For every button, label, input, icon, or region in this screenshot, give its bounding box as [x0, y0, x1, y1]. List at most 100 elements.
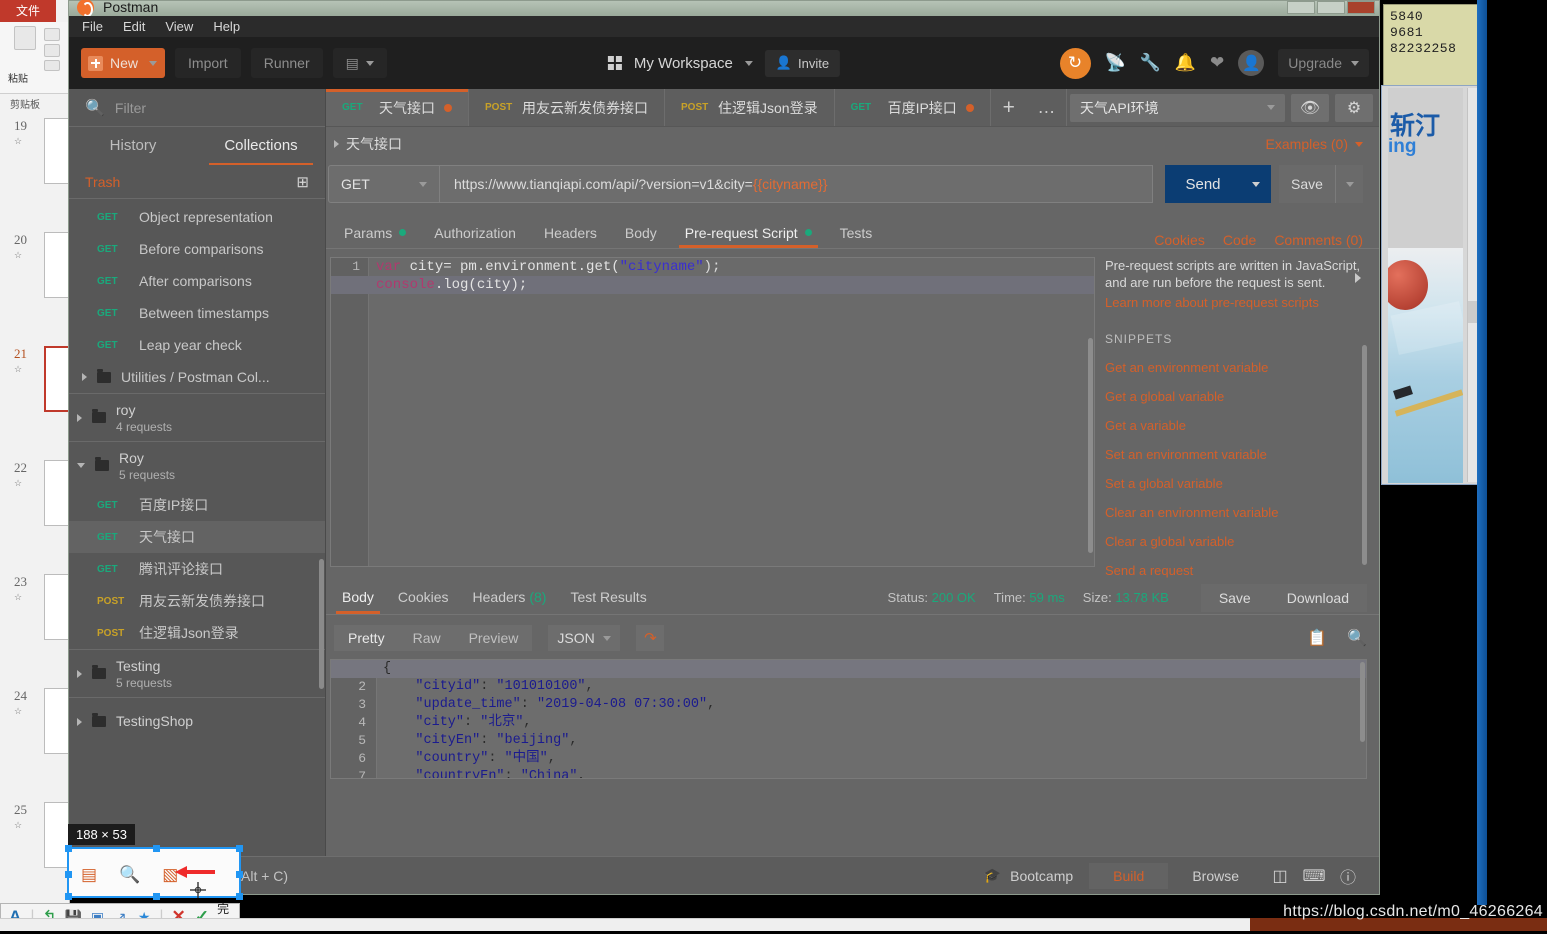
breadcrumb[interactable]: 天气接口: [334, 134, 402, 154]
chevron-right-icon[interactable]: [82, 373, 87, 381]
response-code[interactable]: { "cityid": "101010100", "update_time": …: [383, 660, 1366, 779]
request-list-item[interactable]: GETBetween timestamps: [69, 297, 325, 329]
slide-preview[interactable]: [44, 460, 70, 526]
meta-link-comments-[interactable]: Comments (0): [1274, 232, 1363, 248]
save-options-button[interactable]: [1335, 165, 1363, 203]
snippet-item[interactable]: Send a request: [1105, 563, 1367, 578]
filter-row[interactable]: 🔍 Filter: [69, 89, 325, 127]
collection-list-item[interactable]: Roy5 requests: [69, 441, 325, 489]
response-tab-headers[interactable]: Headers (8): [461, 581, 559, 614]
paste-icon[interactable]: [14, 26, 36, 50]
filter-input[interactable]: Filter: [115, 100, 146, 116]
collection-list-item[interactable]: Testing5 requests: [69, 649, 325, 697]
open-request-tab[interactable]: GET百度IP接口: [835, 89, 991, 126]
bell-icon[interactable]: 🔔: [1175, 53, 1196, 73]
eye-icon[interactable]: 👁: [1291, 94, 1329, 122]
disclosure-triangle-icon[interactable]: [77, 414, 82, 422]
ppt-slide-thumbnail[interactable]: 19☆: [0, 118, 70, 223]
request-list-item[interactable]: GET百度IP接口: [69, 489, 325, 521]
tab-overflow-button[interactable]: …: [1027, 89, 1067, 126]
new-window-button[interactable]: ▤: [333, 48, 387, 78]
open-request-tab[interactable]: POST住逻辑Json登录: [665, 89, 835, 126]
satellite-icon[interactable]: 📡: [1105, 53, 1126, 73]
new-tab-button[interactable]: +: [991, 89, 1027, 126]
menu-help[interactable]: Help: [210, 19, 243, 34]
open-request-tab[interactable]: POST用友云新发债券接口: [469, 89, 665, 126]
snippets-scrollbar[interactable]: [1362, 345, 1367, 565]
download-response-button[interactable]: Download: [1269, 584, 1367, 612]
format-tab-group[interactable]: PrettyRawPreview: [334, 625, 532, 651]
response-tab-body[interactable]: Body: [330, 581, 386, 614]
magnifier-icon[interactable]: 🔍: [119, 865, 140, 885]
sidebar-scrollbar[interactable]: [319, 559, 324, 689]
panel-icon[interactable]: ▤: [81, 865, 97, 885]
menu-bar[interactable]: File Edit View Help: [69, 16, 1379, 37]
close-button[interactable]: [1347, 1, 1375, 14]
ppt-slide-thumbnail[interactable]: 21☆: [0, 346, 70, 451]
format-tab-pretty[interactable]: Pretty: [334, 625, 399, 651]
snippet-item[interactable]: Get a global variable: [1105, 389, 1367, 404]
menu-view[interactable]: View: [162, 19, 196, 34]
snippet-item[interactable]: Set an environment variable: [1105, 447, 1367, 462]
meta-link-cookies[interactable]: Cookies: [1154, 232, 1205, 248]
request-tab-body[interactable]: Body: [611, 217, 671, 248]
chevron-right-icon[interactable]: [334, 140, 339, 148]
capture-handle-tr[interactable]: [236, 845, 243, 852]
request-list-item[interactable]: GETBefore comparisons: [69, 233, 325, 265]
editor-code[interactable]: var city= pm.environment.get("cityname")…: [376, 258, 1094, 294]
browse-tab[interactable]: Browse: [1168, 863, 1263, 889]
environment-select[interactable]: 天气API环境: [1070, 94, 1285, 122]
send-button[interactable]: Send: [1165, 165, 1241, 203]
wrap-lines-button[interactable]: ↷: [636, 625, 664, 651]
request-list-item[interactable]: GET天气接口: [69, 521, 325, 553]
slide-preview[interactable]: [44, 232, 70, 298]
trash-label[interactable]: Trash: [85, 174, 120, 190]
format-tab-raw[interactable]: Raw: [399, 625, 455, 651]
collections-list[interactable]: GETObject representationGETBefore compar…: [69, 201, 325, 856]
response-tabs[interactable]: BodyCookiesHeaders (8)Test ResultsStatus…: [326, 581, 1379, 615]
collapse-panel-icon[interactable]: [1355, 273, 1361, 283]
maximize-button[interactable]: [1317, 1, 1345, 14]
request-list-item[interactable]: GET腾讯评论接口: [69, 553, 325, 585]
editor-scrollbar[interactable]: [1088, 338, 1093, 553]
sidebar-tab-history[interactable]: History: [69, 127, 197, 165]
format-tab-preview[interactable]: Preview: [455, 625, 533, 651]
gear-icon[interactable]: ⚙: [1335, 94, 1373, 122]
ppt-slide-thumbnail[interactable]: 24☆: [0, 688, 70, 793]
slide-preview[interactable]: [44, 688, 70, 754]
folder-list-item[interactable]: Utilities / Postman Col...: [69, 361, 325, 393]
avatar[interactable]: 👤: [1238, 50, 1264, 76]
bootcamp-button[interactable]: 🎓 Bootcamp: [968, 867, 1089, 884]
request-tab-authorization[interactable]: Authorization: [420, 217, 530, 248]
url-input[interactable]: https://www.tianqiapi.com/api/?version=v…: [440, 165, 1153, 203]
runner-button[interactable]: Runner: [251, 48, 323, 78]
import-button[interactable]: Import: [175, 48, 241, 78]
ppt-slide-thumbnail[interactable]: 22☆: [0, 460, 70, 565]
capture-handle-tl[interactable]: [65, 845, 72, 852]
two-pane-layout-icon[interactable]: ◫: [1263, 866, 1297, 886]
method-select[interactable]: GET: [328, 165, 440, 203]
invite-button[interactable]: 👤 Invite: [765, 50, 840, 77]
menu-edit[interactable]: Edit: [120, 19, 148, 34]
examples-dropdown[interactable]: Examples (0): [1266, 136, 1363, 152]
copy-icon[interactable]: [44, 44, 60, 57]
trash-row[interactable]: Trash ⊞: [69, 165, 325, 199]
disclosure-triangle-icon[interactable]: [77, 463, 85, 468]
request-detail-tabs[interactable]: ParamsAuthorizationHeadersBodyPre-reques…: [326, 217, 1379, 249]
help-icon[interactable]: ⓘ: [1331, 864, 1365, 888]
collection-list-item[interactable]: TestingShop: [69, 697, 325, 745]
menu-file[interactable]: File: [79, 19, 106, 34]
cut-icon[interactable]: [44, 28, 60, 41]
build-tab[interactable]: Build: [1089, 863, 1168, 889]
prerequest-script-editor[interactable]: 12 var city= pm.environment.get("citynam…: [330, 257, 1095, 567]
learn-more-link[interactable]: Learn more about pre-request scripts: [1105, 295, 1367, 310]
minimize-button[interactable]: [1287, 1, 1315, 14]
snippet-item[interactable]: Clear a global variable: [1105, 534, 1367, 549]
capture-handle-tc[interactable]: [153, 845, 160, 852]
sidebar-tabs[interactable]: HistoryCollections: [69, 127, 325, 165]
snippet-item[interactable]: Set a global variable: [1105, 476, 1367, 491]
ppt-slide-thumbnail[interactable]: 23☆: [0, 574, 70, 679]
upgrade-button[interactable]: Upgrade: [1278, 49, 1369, 77]
save-response-button[interactable]: Save: [1201, 584, 1269, 612]
request-tab-tests[interactable]: Tests: [826, 217, 887, 248]
